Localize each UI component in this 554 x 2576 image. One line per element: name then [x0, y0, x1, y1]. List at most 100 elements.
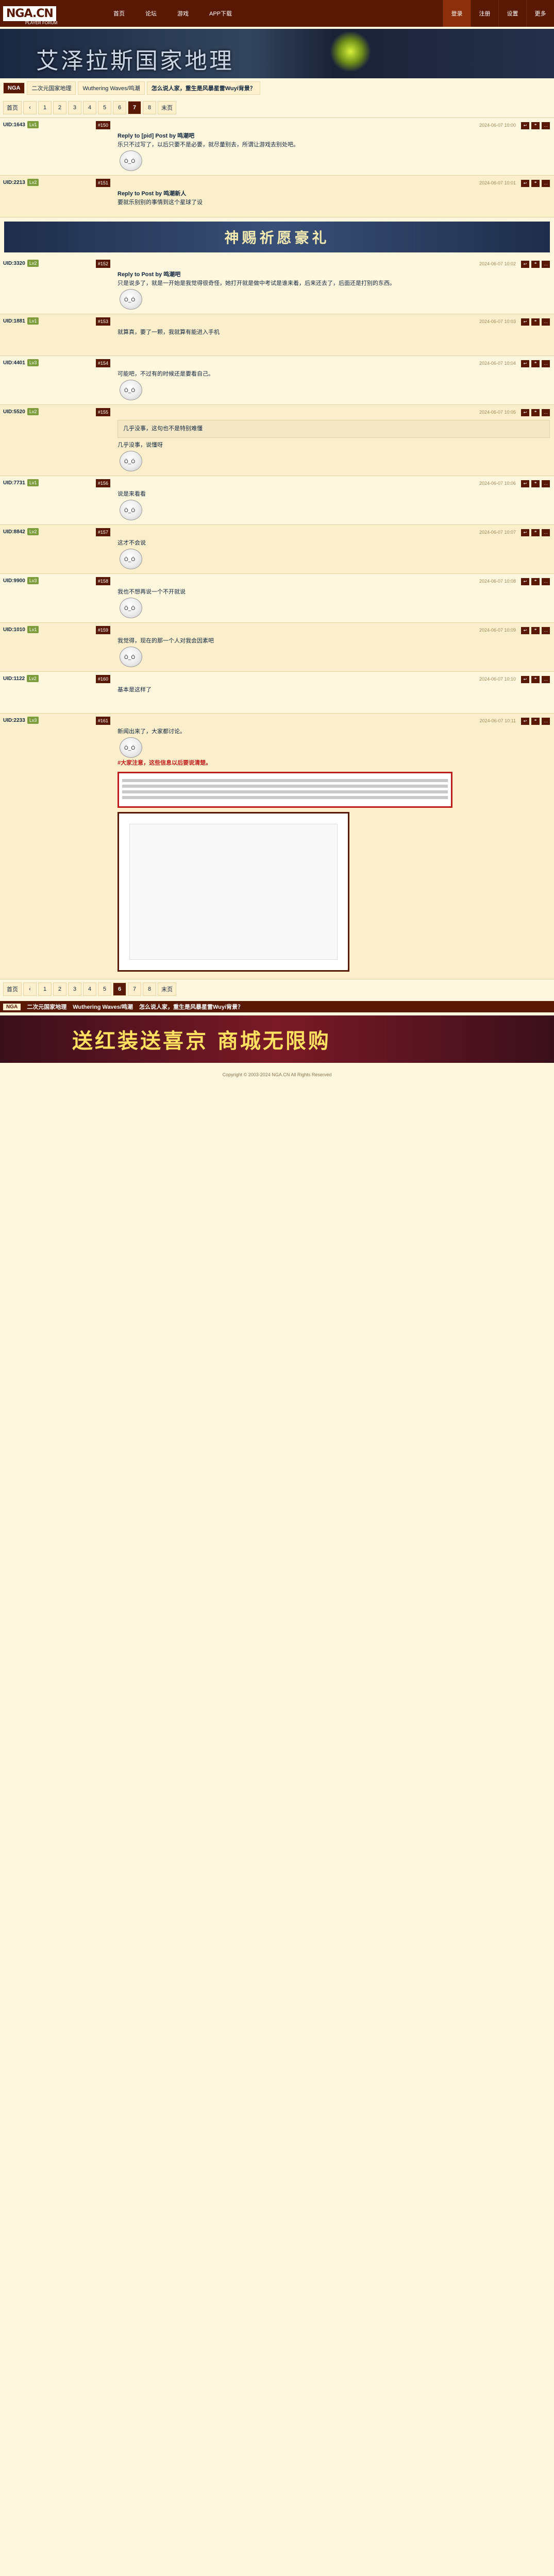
- breadcrumb-subboard[interactable]: Wuthering Waves/鸣潮: [78, 81, 145, 95]
- register-link[interactable]: 注册: [471, 0, 498, 27]
- page-link[interactable]: 6: [113, 101, 126, 114]
- inline-ad-banner[interactable]: 神赐祈愿豪礼: [4, 222, 550, 252]
- embedded-screenshot-image[interactable]: [117, 812, 349, 972]
- more-icon[interactable]: …: [542, 318, 550, 326]
- more-icon[interactable]: …: [542, 360, 550, 367]
- user-id[interactable]: UID:9900: [3, 578, 25, 584]
- footer-badge[interactable]: NGA: [3, 1003, 21, 1010]
- more-icon[interactable]: …: [542, 717, 550, 725]
- quote-icon[interactable]: ❝: [531, 122, 540, 129]
- bottom-ad-banner[interactable]: 送红装送喜京 商城无限购: [0, 1015, 554, 1063]
- more-icon[interactable]: …: [542, 480, 550, 487]
- nav-forum[interactable]: 论坛: [135, 0, 167, 27]
- floor-number[interactable]: #153: [95, 317, 110, 326]
- floor-number[interactable]: #155: [95, 408, 110, 416]
- reply-icon[interactable]: ↩: [521, 260, 529, 268]
- page-link[interactable]: 1: [38, 101, 52, 114]
- more-icon[interactable]: …: [542, 578, 550, 585]
- page-link[interactable]: 3: [68, 982, 81, 996]
- more-icon[interactable]: …: [542, 626, 550, 634]
- user-id[interactable]: UID:1643: [3, 122, 25, 128]
- floor-number[interactable]: #161: [95, 717, 110, 725]
- breadcrumb-thread[interactable]: 怎么说人家，重生是风暴星雷Wuyi背景？: [146, 81, 260, 95]
- site-logo[interactable]: NGA.CN PLAYER FORUM: [0, 0, 103, 27]
- page-link[interactable]: 2: [53, 982, 66, 996]
- nav-games[interactable]: 游戏: [167, 0, 199, 27]
- user-id[interactable]: UID:3320: [3, 261, 25, 266]
- reply-icon[interactable]: ↩: [521, 626, 529, 634]
- user-id[interactable]: UID:7731: [3, 480, 25, 486]
- footer-board-link[interactable]: 二次元国家地理: [27, 1003, 66, 1011]
- more-icon[interactable]: …: [542, 260, 550, 268]
- quote-icon[interactable]: ❝: [531, 578, 540, 585]
- floor-number[interactable]: #151: [95, 179, 110, 187]
- user-id[interactable]: UID:2233: [3, 718, 25, 723]
- reply-icon[interactable]: ↩: [521, 578, 529, 585]
- floor-number[interactable]: #152: [95, 260, 110, 268]
- floor-number[interactable]: #154: [95, 359, 110, 367]
- quote-icon[interactable]: ❝: [531, 179, 540, 187]
- breadcrumb-board[interactable]: 二次元国家地理: [27, 81, 76, 95]
- page-link[interactable]: 5: [98, 101, 111, 114]
- quote-icon[interactable]: ❝: [531, 529, 540, 536]
- page-link[interactable]: 8: [143, 101, 156, 114]
- quote-icon[interactable]: ❝: [531, 480, 540, 487]
- footer-thread-link[interactable]: 怎么说人家，重生是风暴星雷Wuyi背景？: [139, 1003, 243, 1011]
- quote-icon[interactable]: ❝: [531, 717, 540, 725]
- page-link[interactable]: 7: [128, 982, 141, 996]
- page-link[interactable]: 8: [143, 982, 156, 996]
- quote-icon[interactable]: ❝: [531, 260, 540, 268]
- quote-icon[interactable]: ❝: [531, 675, 540, 683]
- reply-icon[interactable]: ↩: [521, 122, 529, 129]
- nav-home[interactable]: 首页: [103, 0, 135, 27]
- floor-number[interactable]: #156: [95, 479, 110, 487]
- page-link[interactable]: 末页: [158, 982, 176, 996]
- page-link[interactable]: 2: [53, 101, 66, 114]
- reply-icon[interactable]: ↩: [521, 179, 529, 187]
- quote-icon[interactable]: ❝: [531, 626, 540, 634]
- footer-subboard-link[interactable]: Wuthering Waves/鸣潮: [73, 1003, 133, 1011]
- page-link[interactable]: ‹: [23, 101, 37, 114]
- page-link[interactable]: 3: [68, 101, 81, 114]
- page-link[interactable]: 4: [83, 982, 96, 996]
- floor-number[interactable]: #150: [95, 121, 110, 129]
- page-link[interactable]: 6: [113, 982, 126, 996]
- user-id[interactable]: UID:4401: [3, 360, 25, 366]
- page-link[interactable]: 4: [83, 101, 96, 114]
- reply-icon[interactable]: ↩: [521, 529, 529, 536]
- reply-icon[interactable]: ↩: [521, 318, 529, 326]
- page-link[interactable]: 7: [128, 101, 141, 114]
- more-link[interactable]: 更多: [526, 0, 554, 27]
- more-icon[interactable]: …: [542, 675, 550, 683]
- quote-icon[interactable]: ❝: [531, 360, 540, 367]
- user-id[interactable]: UID:1010: [3, 627, 25, 633]
- quote-icon[interactable]: ❝: [531, 409, 540, 416]
- more-icon[interactable]: …: [542, 179, 550, 187]
- user-id[interactable]: UID:1122: [3, 676, 25, 682]
- reply-icon[interactable]: ↩: [521, 675, 529, 683]
- more-icon[interactable]: …: [542, 529, 550, 536]
- page-link[interactable]: 1: [38, 982, 52, 996]
- reply-icon[interactable]: ↩: [521, 480, 529, 487]
- login-link[interactable]: 登录: [443, 0, 471, 27]
- reply-icon[interactable]: ↩: [521, 409, 529, 416]
- nav-app[interactable]: APP下载: [199, 0, 242, 27]
- reply-icon[interactable]: ↩: [521, 717, 529, 725]
- quote-icon[interactable]: ❝: [531, 318, 540, 326]
- floor-number[interactable]: #158: [95, 577, 110, 585]
- user-id[interactable]: UID:2213: [3, 180, 25, 185]
- floor-number[interactable]: #160: [95, 675, 110, 683]
- page-link[interactable]: ‹: [23, 982, 37, 996]
- page-link[interactable]: 末页: [158, 101, 176, 114]
- reply-icon[interactable]: ↩: [521, 360, 529, 367]
- user-id[interactable]: UID:1881: [3, 318, 25, 324]
- more-icon[interactable]: …: [542, 122, 550, 129]
- breadcrumb-home[interactable]: NGA: [3, 82, 25, 94]
- floor-number[interactable]: #159: [95, 626, 110, 634]
- user-id[interactable]: UID:8842: [3, 529, 25, 535]
- page-link[interactable]: 首页: [3, 101, 22, 114]
- page-link[interactable]: 5: [98, 982, 111, 996]
- reply-reference[interactable]: Reply to [pid] Post by 鸣潮吧: [117, 132, 550, 141]
- reply-reference[interactable]: Reply to Post by 鸣潮吧: [117, 270, 550, 279]
- more-icon[interactable]: …: [542, 409, 550, 416]
